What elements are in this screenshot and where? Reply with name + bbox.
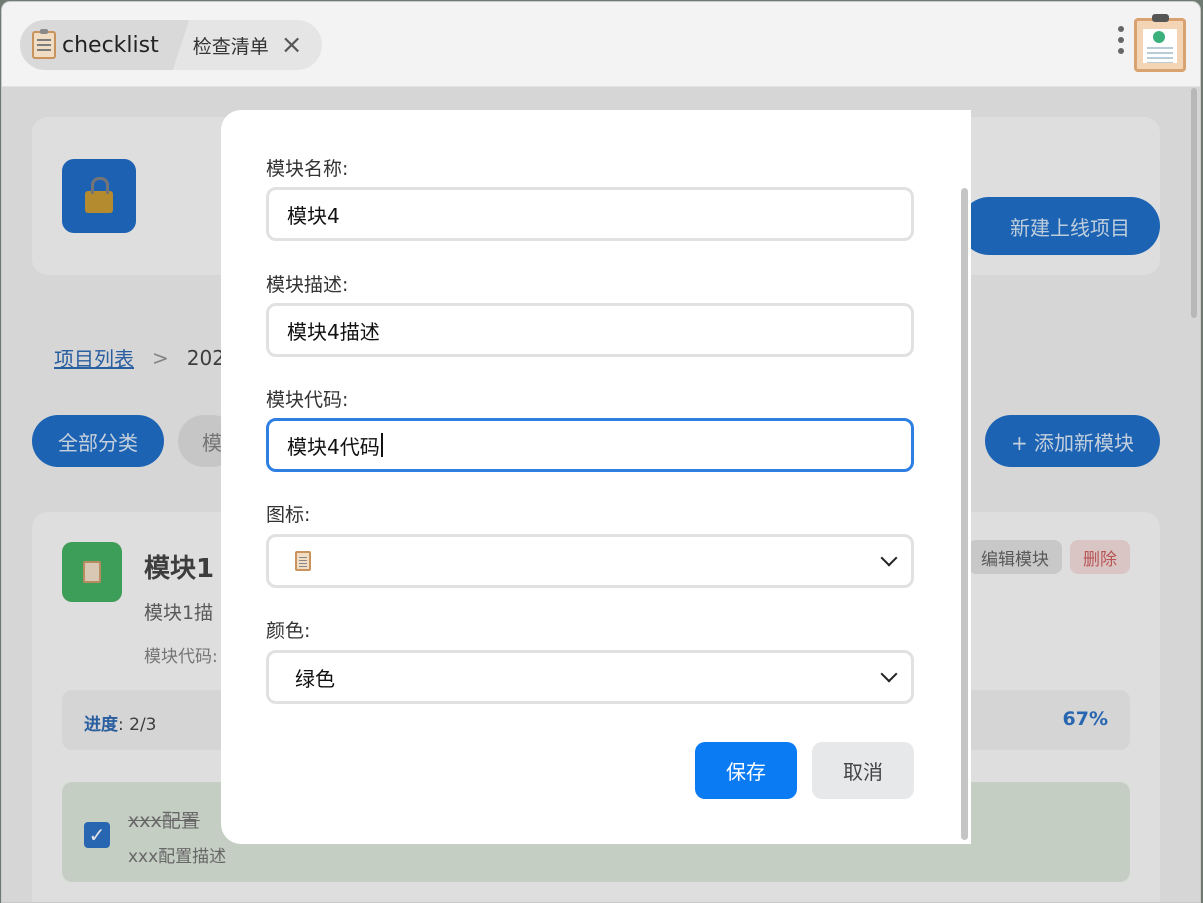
close-icon[interactable]: × (281, 32, 303, 58)
module-name-input[interactable]: 模块4 (266, 187, 914, 241)
icon-label: 图标: (266, 504, 311, 526)
save-button[interactable]: 保存 (695, 742, 797, 799)
more-menu-icon[interactable] (1116, 26, 1126, 62)
module-name-value: 模块4 (287, 203, 340, 228)
tab-strip: checklist 检查清单 × (20, 20, 322, 70)
cancel-button[interactable]: 取消 (812, 742, 914, 799)
module-desc-label: 模块描述: (266, 274, 349, 296)
chevron-down-icon (880, 665, 898, 683)
module-code-label: 模块代码: (266, 389, 349, 411)
app-tab[interactable]: checklist (20, 20, 171, 70)
color-label: 颜色: (266, 620, 311, 642)
clipboard-icon (32, 29, 56, 59)
module-code-value: 模块4代码 (287, 434, 380, 459)
app-title: checklist (62, 32, 159, 58)
icon-select[interactable] (266, 534, 914, 588)
module-desc-value: 模块4描述 (287, 319, 380, 344)
app-logo-clipboard-icon (1134, 14, 1186, 72)
module-desc-input[interactable]: 模块4描述 (266, 303, 914, 357)
dialog-scrollbar[interactable] (961, 188, 968, 840)
chevron-down-icon (880, 549, 898, 567)
page-scrollbar[interactable] (1191, 88, 1197, 318)
app-window: checklist 检查清单 × 新建上线项目 项目列表 > 202 全部分类 … (2, 2, 1200, 902)
title-bar: checklist 检查清单 × (2, 2, 1200, 87)
color-select[interactable]: 绿色 (266, 650, 914, 704)
clipboard-icon (295, 551, 311, 571)
tab-checklist[interactable]: 检查清单 × (171, 32, 303, 59)
text-caret (380, 433, 383, 457)
module-name-label: 模块名称: (266, 158, 349, 180)
module-code-input[interactable]: 模块4代码 (266, 418, 914, 472)
color-value: 绿色 (295, 666, 335, 691)
tab-label: 检查清单 (192, 35, 269, 58)
edit-module-dialog: 模块名称: 模块4 模块描述: 模块4描述 模块代码: 模块4代码 图标: 颜色… (221, 110, 971, 844)
